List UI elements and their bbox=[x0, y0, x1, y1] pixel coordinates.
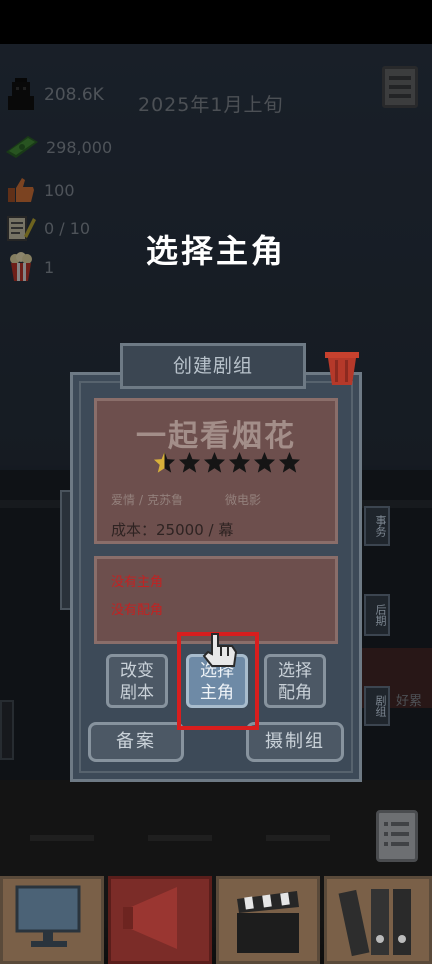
no-support-text: 没有配角 bbox=[111, 603, 164, 618]
bottom-toolbar bbox=[0, 876, 432, 964]
tutorial-instruction: 选择主角 bbox=[145, 232, 286, 270]
binders-icon bbox=[338, 889, 411, 957]
game-screen: 好累 208.6K 2025年1月上旬 298,000 100 0 / 10 1… bbox=[0, 0, 432, 964]
change-script-label-2: 剧本 bbox=[120, 683, 154, 703]
cost-label: 成本： bbox=[111, 521, 157, 539]
choose-support-label-2: 配角 bbox=[278, 683, 312, 703]
star-icon bbox=[153, 451, 176, 473]
side-tab-affairs[interactable]: 事务 bbox=[364, 506, 390, 546]
star-icon bbox=[278, 451, 301, 473]
star-icon bbox=[178, 451, 201, 473]
task-list-button[interactable] bbox=[376, 810, 418, 862]
script-writer: 克苏鲁 bbox=[147, 493, 184, 507]
side-tab-crew[interactable]: 剧组 bbox=[364, 686, 390, 726]
archive-tab[interactable] bbox=[324, 876, 432, 964]
side-tab-post[interactable]: 后期 bbox=[364, 594, 390, 636]
script-format: 微电影 bbox=[225, 493, 262, 507]
choose-support-label-1: 选择 bbox=[278, 661, 312, 681]
computer-tab[interactable] bbox=[0, 876, 104, 964]
cost-value: 25000 bbox=[156, 521, 204, 539]
change-script-label-1: 改变 bbox=[120, 661, 154, 681]
script-rating bbox=[153, 451, 301, 474]
megaphone-icon bbox=[123, 887, 177, 949]
star-icon bbox=[203, 451, 226, 473]
promotion-tab[interactable] bbox=[108, 876, 212, 964]
crew-button[interactable]: 摄制组 bbox=[246, 722, 344, 762]
cost-unit: / 幕 bbox=[208, 521, 234, 539]
close-trash-icon[interactable] bbox=[325, 350, 359, 386]
pointing-hand-icon bbox=[202, 633, 238, 667]
file-button[interactable]: 备案 bbox=[88, 722, 184, 762]
choose-support-button[interactable]: 选择 配角 bbox=[264, 654, 326, 708]
script-tags: 爱情 / 克苏鲁 bbox=[111, 493, 184, 507]
script-name: 一起看烟花 bbox=[136, 419, 296, 454]
computer-monitor-icon bbox=[15, 885, 81, 947]
production-tab[interactable] bbox=[216, 876, 320, 964]
star-icon bbox=[228, 451, 251, 473]
script-genre: 爱情 bbox=[111, 493, 136, 507]
cast-card: 没有主角 没有配角 bbox=[94, 556, 338, 644]
no-lead-text: 没有主角 bbox=[111, 575, 164, 590]
script-cost: 成本：25000 / 幕 bbox=[111, 519, 233, 540]
change-script-button[interactable]: 改变 剧本 bbox=[106, 654, 168, 708]
script-card[interactable]: 一起看烟花 爱情 / 克苏鲁 微电影 成本：25000 / 幕 bbox=[94, 398, 338, 544]
star-icon bbox=[253, 451, 276, 473]
dialog-title: 创建剧组 bbox=[120, 343, 306, 389]
clapperboard-icon bbox=[237, 891, 299, 953]
